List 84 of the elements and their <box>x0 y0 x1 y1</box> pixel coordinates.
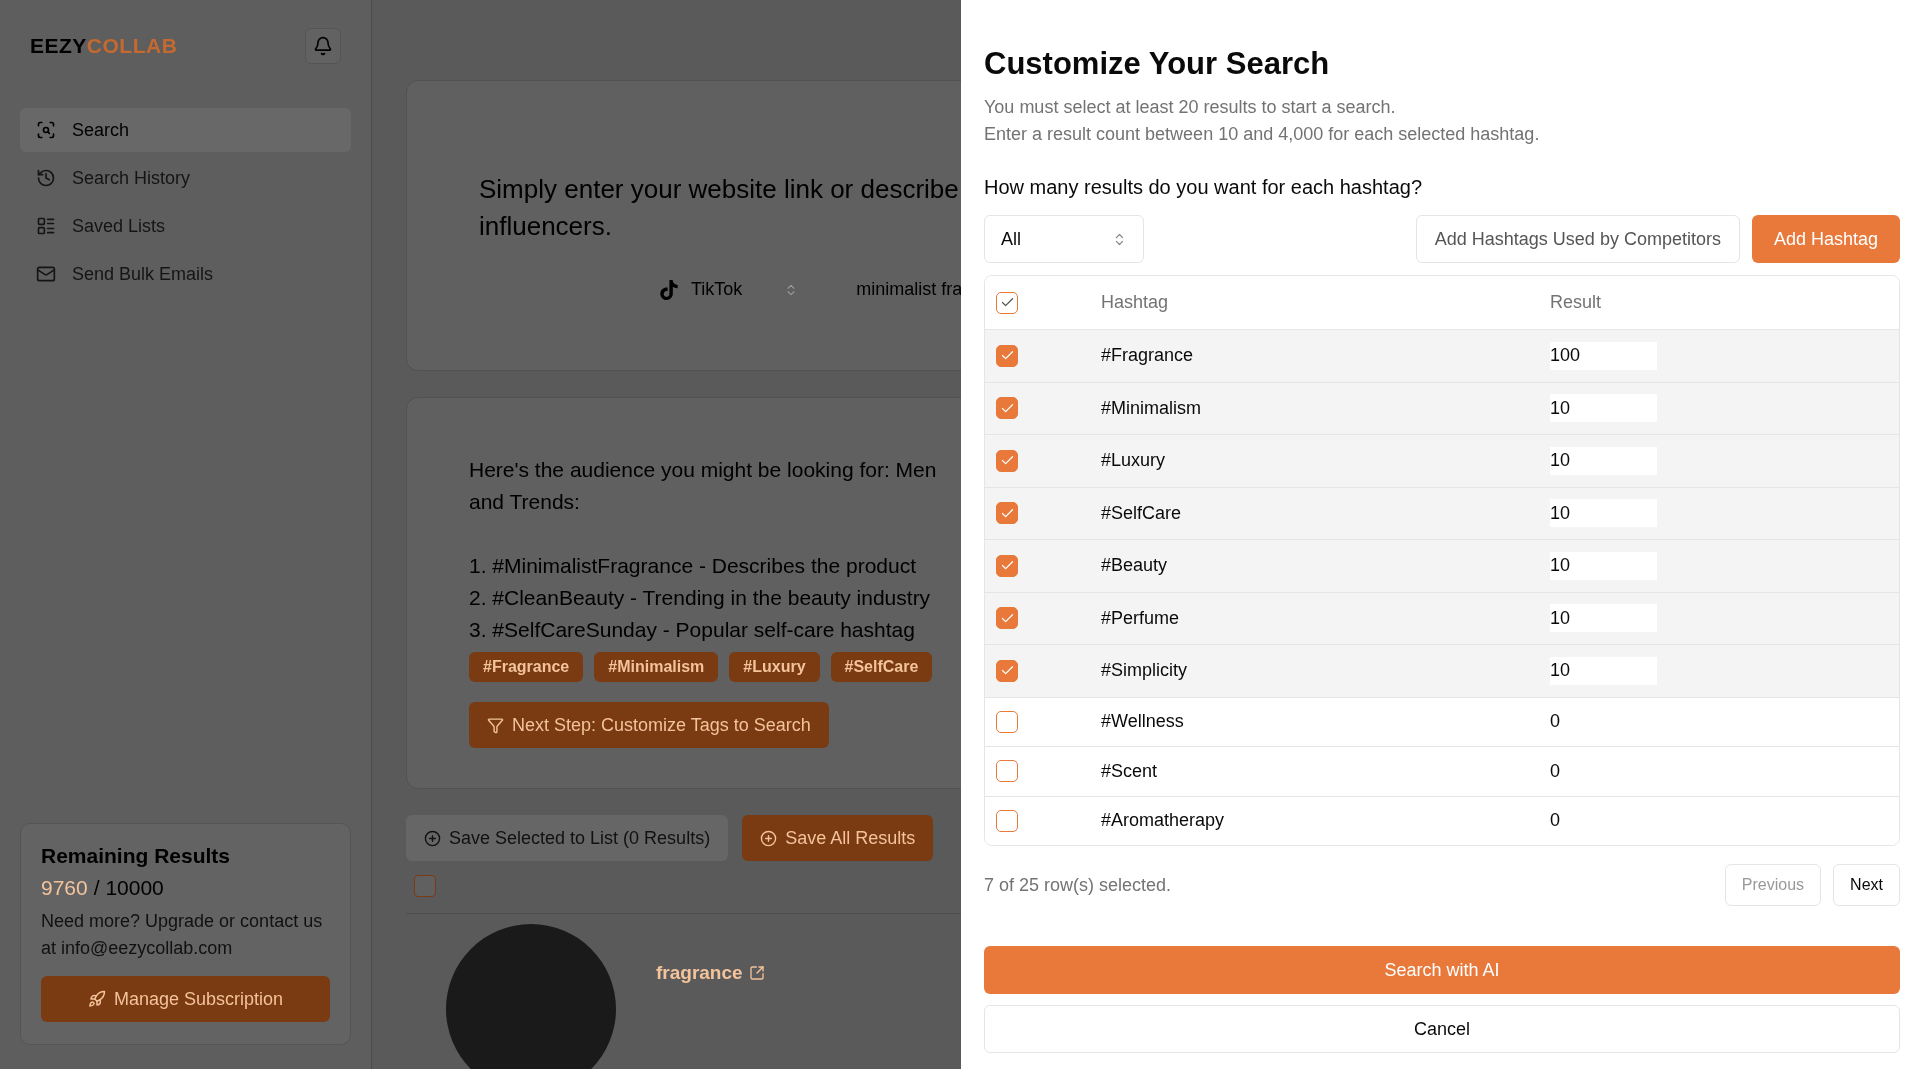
result-input[interactable]: 10 <box>1550 446 1657 475</box>
used-count: 9760 <box>41 876 88 900</box>
next-step-button[interactable]: Next Step: Customize Tags to Search <box>469 702 829 748</box>
sidebar-item[interactable]: Search <box>20 108 351 152</box>
result-name[interactable]: fragrance <box>656 962 765 984</box>
hashtag-cell-text: #SelfCare <box>1101 502 1183 524</box>
dialog-description: You must select at least 20 results to start a search. <box>984 96 1397 119</box>
plus-icon <box>424 829 441 847</box>
row-checkbox[interactable] <box>996 607 1018 630</box>
table-row[interactable]: #Simplicity 10 <box>985 644 1899 697</box>
app-logo: EEZYCOLLAB <box>30 34 178 58</box>
table-row[interactable]: #Perfume 10 <box>985 591 1899 644</box>
history-icon <box>36 168 56 188</box>
selection-count: 7 of 25 row(s) selected. <box>984 874 1173 896</box>
manage-subscription-button[interactable]: Manage Subscription <box>41 976 330 1022</box>
table-row[interactable]: #Beauty 10 <box>985 539 1899 592</box>
rocket-icon <box>87 990 106 1008</box>
lists-icon <box>36 216 56 236</box>
plus-icon <box>760 829 778 847</box>
audience-text: Here's the audience you might be looking for: Men <box>469 457 938 483</box>
hashtag-cell-text: #Fragrance <box>1101 345 1195 367</box>
intro-text: Simply enter your website link or describe <box>479 173 960 206</box>
result-cell-text: 0 <box>1550 810 1561 832</box>
hashtag-cell-text: #Minimalism <box>1101 397 1202 419</box>
usage-title: Remaining Results <box>41 844 232 868</box>
upgrade-note: Need more? Upgrade or contact us at info@eezycollab.com <box>41 910 324 960</box>
table-row[interactable]: #Fragrance 100 <box>985 329 1899 382</box>
hashtag-tag: #Minimalism <box>594 652 719 682</box>
hashtag-cell-text: #Beauty <box>1101 555 1169 577</box>
result-input[interactable]: 100 <box>1550 341 1657 370</box>
competitors-button[interactable]: Add Hashtags Used by Competitors <box>1415 215 1740 263</box>
result-input[interactable]: 10 <box>1550 604 1657 633</box>
table-row[interactable]: #SelfCare 10 <box>985 486 1899 539</box>
result-input[interactable]: 10 <box>1550 499 1657 528</box>
suggestion-text: 3. #SelfCareSunday - Popular self-care hashtag <box>469 617 916 643</box>
save-all-button[interactable]: Save All Results <box>742 815 934 861</box>
hashtag-cell-text: #Scent <box>1101 760 1159 782</box>
hashtag-tag: #Luxury <box>729 652 820 682</box>
result-cell-text: 0 <box>1550 711 1561 733</box>
hashtag-tag: #Fragrance <box>469 652 584 682</box>
select-all-checkbox[interactable] <box>996 291 1018 314</box>
notifications-button[interactable] <box>305 28 341 64</box>
table-row[interactable]: #Luxury 10 <box>985 434 1899 487</box>
checkbox[interactable] <box>414 875 436 897</box>
total-count: / 10000 <box>93 876 164 900</box>
result-input[interactable]: 10 <box>1550 656 1657 685</box>
hashtag-cell-text: #Wellness <box>1101 711 1185 733</box>
result-cell-text: 0 <box>1550 760 1561 782</box>
row-checkbox[interactable] <box>996 760 1018 783</box>
bell-icon <box>313 36 333 56</box>
table-row[interactable]: #Minimalism 10 <box>985 381 1899 434</box>
next-button[interactable]: Next <box>1833 864 1900 906</box>
row-checkbox[interactable] <box>996 659 1018 682</box>
row-checkbox[interactable] <box>996 502 1018 525</box>
suggestion-text: 1. #MinimalistFragrance - Describes the product <box>469 553 917 579</box>
result-input[interactable]: 10 <box>1550 551 1657 580</box>
row-checkbox[interactable] <box>996 809 1018 832</box>
intro-text: influencers. <box>479 210 613 243</box>
dialog-title: Customize Your Search <box>984 46 1331 82</box>
tiktok-icon <box>659 279 679 300</box>
row-checkbox[interactable] <box>996 710 1018 733</box>
external-link-icon <box>748 965 765 981</box>
hashtag-cell-text: #Luxury <box>1101 450 1167 472</box>
dialog-description: Enter a result count between 10 and 4,000 for each selected hashtag. <box>984 123 1541 146</box>
table-row[interactable]: #Aromatherapy 0 <box>985 795 1899 845</box>
column-header: Hashtag <box>1101 292 1170 313</box>
filter-icon <box>487 716 504 734</box>
row-checkbox[interactable] <box>996 554 1018 577</box>
audience-text: and Trends: <box>469 489 581 515</box>
mail-icon <box>36 264 56 284</box>
hashtag-cell-text: #Simplicity <box>1101 660 1189 682</box>
question-text: How many results do you want for each hashtag? <box>984 176 1424 199</box>
row-checkbox[interactable] <box>996 397 1018 420</box>
hashtag-cell-text: #Perfume <box>1101 607 1181 629</box>
cancel-button[interactable]: Cancel <box>984 1005 1900 1053</box>
search-icon <box>36 120 56 140</box>
suggestion-text: 2. #CleanBeauty - Trending in the beauty industry <box>469 585 932 611</box>
row-checkbox[interactable] <box>996 344 1018 367</box>
hashtag-cell-text: #Aromatherapy <box>1101 810 1226 832</box>
row-checkbox[interactable] <box>996 449 1018 472</box>
filter-select[interactable]: All <box>984 215 1144 263</box>
column-header: Result <box>1550 292 1603 313</box>
result-input[interactable]: 10 <box>1550 394 1657 423</box>
hashtag-tag: #SelfCare <box>830 652 933 682</box>
